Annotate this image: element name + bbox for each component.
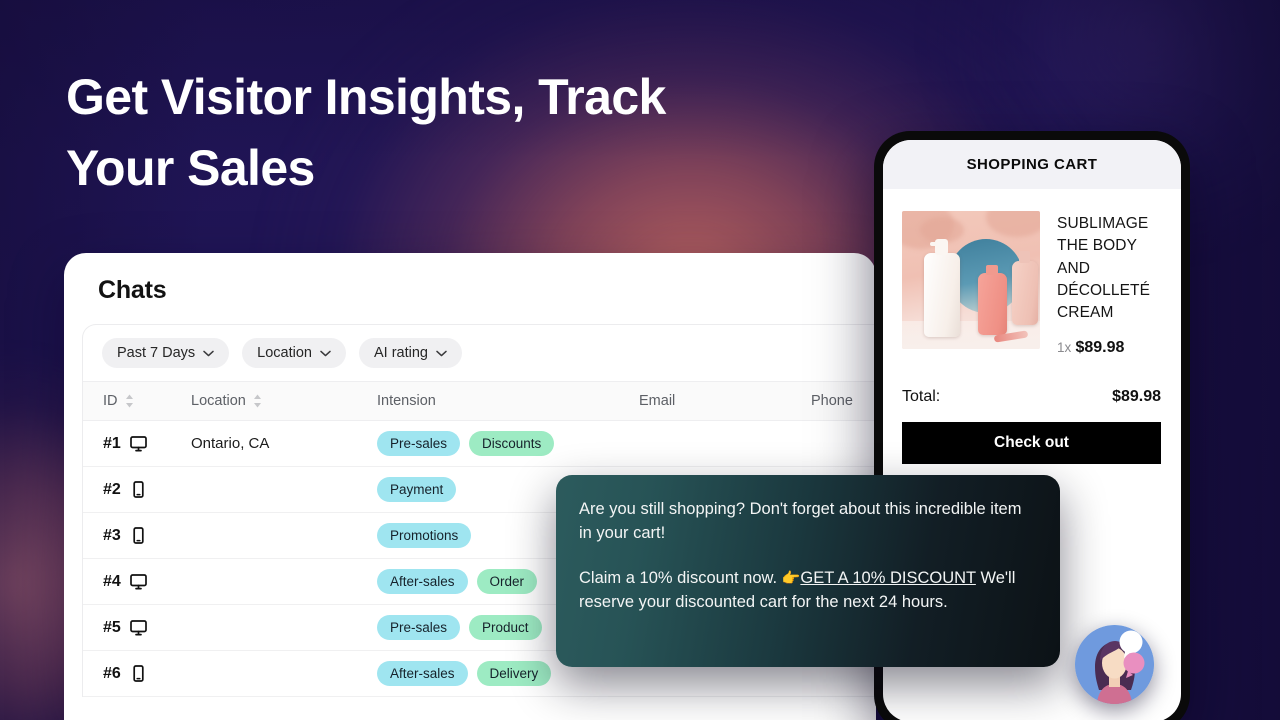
intension-tag[interactable]: After-sales <box>377 569 468 594</box>
chevron-down-icon <box>436 350 447 357</box>
intension-tag[interactable]: Pre-sales <box>377 431 461 456</box>
mobile-icon <box>130 481 147 498</box>
desktop-icon <box>129 573 147 590</box>
column-header-intension: Intension <box>377 381 639 421</box>
row-id: #2 <box>103 480 121 498</box>
cell-id: #2 <box>83 466 191 513</box>
column-header-label: Location <box>191 393 246 409</box>
cell-id: #3 <box>83 512 191 559</box>
chat-avatar-button[interactable] <box>1075 625 1154 704</box>
filter-ai-rating[interactable]: AI rating <box>359 338 462 368</box>
cell-id: #1 <box>83 420 191 467</box>
checkout-button[interactable]: Check out <box>902 421 1161 464</box>
intension-tag[interactable]: After-sales <box>377 661 468 686</box>
cell-location <box>191 604 377 651</box>
cell-location <box>191 650 377 697</box>
cell-intension: Pre-sales Discounts <box>377 420 639 467</box>
filter-label: Location <box>257 345 312 361</box>
cart-header-title: SHOPPING CART <box>883 140 1181 189</box>
column-header-label: Phone <box>811 393 853 409</box>
page-headline: Get Visitor Insights, Track Your Sales <box>66 62 766 204</box>
intension-tag[interactable]: Order <box>476 569 538 594</box>
product-thumbnail-image <box>902 211 1040 349</box>
cell-location <box>191 512 377 559</box>
chat-message-claim-text: Claim a 10% discount now. <box>579 568 782 587</box>
filter-bar: Past 7 Days Location AI rating <box>83 325 876 381</box>
cart-total-row: Total: $89.98 <box>883 357 1181 406</box>
sort-icon[interactable] <box>125 394 134 408</box>
chat-message-bubble: Are you still shopping? Don't forget abo… <box>556 475 1060 667</box>
mobile-icon <box>130 665 147 682</box>
chat-message-paragraph-2: Claim a 10% discount now. 👉GET A 10% DIS… <box>579 566 1034 615</box>
intension-tag[interactable]: Product <box>469 615 542 640</box>
product-info: SUBLIMAGE THE BODY AND DÉCOLLETÉ CREAM 1… <box>1057 211 1161 357</box>
cell-id: #5 <box>83 604 191 651</box>
cell-email <box>639 420 811 467</box>
intension-tag[interactable]: Promotions <box>377 523 472 548</box>
avatar-illustration-icon <box>1075 625 1154 704</box>
filter-past-7-days[interactable]: Past 7 Days <box>102 338 230 368</box>
mobile-icon <box>130 527 147 544</box>
cell-id: #6 <box>83 650 191 697</box>
row-id: #6 <box>103 664 121 682</box>
cart-total-label: Total: <box>902 387 941 405</box>
chevron-down-icon <box>203 350 214 357</box>
chats-table-head: ID Location Intension Email Phone <box>83 381 876 421</box>
column-header-phone: Phone <box>811 381 876 421</box>
column-header-label: Intension <box>377 393 436 409</box>
pointing-hand-icon: 👉 <box>781 569 801 587</box>
headline-line-1: Get Visitor Insights, Track <box>66 69 666 125</box>
row-id: #5 <box>103 618 121 636</box>
product-name: SUBLIMAGE THE BODY AND DÉCOLLETÉ CREAM <box>1057 215 1151 322</box>
table-header-row: ID Location Intension Email Phone <box>83 381 876 421</box>
cell-location: Ontario, CA <box>191 420 377 467</box>
table-row[interactable]: #1 Ontario, CA Pre-sales Discounts <box>83 420 876 467</box>
filter-label: AI rating <box>374 345 428 361</box>
intension-tag[interactable]: Payment <box>377 477 457 502</box>
column-header-id[interactable]: ID <box>83 381 191 421</box>
column-header-location[interactable]: Location <box>191 381 377 421</box>
cell-location <box>191 558 377 605</box>
intension-tag[interactable]: Discounts <box>469 431 555 456</box>
column-header-email: Email <box>639 381 811 421</box>
cart-line-item: SUBLIMAGE THE BODY AND DÉCOLLETÉ CREAM 1… <box>883 189 1181 357</box>
chat-message-paragraph-1: Are you still shopping? Don't forget abo… <box>579 500 1022 543</box>
row-location: Ontario, CA <box>191 434 270 452</box>
row-id: #3 <box>103 526 121 544</box>
column-header-label: ID <box>103 393 118 409</box>
filter-location[interactable]: Location <box>242 338 346 368</box>
product-price-row: 1x $89.98 <box>1057 339 1161 357</box>
chats-panel-title: Chats <box>98 276 167 304</box>
cell-phone <box>811 420 876 467</box>
row-id: #1 <box>103 434 121 452</box>
product-price: $89.98 <box>1075 338 1125 356</box>
sort-icon[interactable] <box>253 394 262 408</box>
chevron-down-icon <box>320 350 331 357</box>
intension-tag[interactable]: Delivery <box>476 661 552 686</box>
cell-id: #4 <box>83 558 191 605</box>
desktop-icon <box>129 435 147 452</box>
get-discount-link[interactable]: GET A 10% DISCOUNT <box>800 569 975 587</box>
headline-line-2: Your Sales <box>66 140 315 196</box>
desktop-icon <box>129 619 147 636</box>
cell-location <box>191 466 377 513</box>
row-id: #4 <box>103 572 121 590</box>
column-header-label: Email <box>639 393 676 409</box>
filter-label: Past 7 Days <box>117 345 196 361</box>
intension-tag[interactable]: Pre-sales <box>377 615 461 640</box>
product-quantity: 1x <box>1057 339 1072 355</box>
cart-total-amount: $89.98 <box>1112 387 1161 405</box>
